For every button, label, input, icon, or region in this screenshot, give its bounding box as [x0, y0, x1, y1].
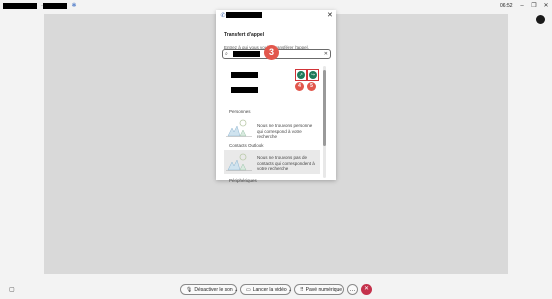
- people-empty-state: Nous ne trouvons personne qui correspond…: [224, 116, 320, 140]
- chevron-down-icon: ⌄: [286, 287, 293, 293]
- callout-badge-3: 3: [264, 45, 279, 60]
- empty-contacts-illustration-icon: [226, 153, 252, 171]
- results-scrollbar[interactable]: [323, 66, 326, 178]
- dialog-title: Transfert d'appel: [224, 32, 265, 38]
- call-controls-bar: 🎙 Désactiver le son ⌄ ▭ Lancer la vidéo ⌄ …: [0, 284, 552, 296]
- redacted-caller-name: [43, 3, 67, 9]
- section-label-outlook: Contacts Outlook: [229, 143, 264, 148]
- callout-badge-4: 4: [295, 82, 304, 91]
- redacted-search-value: [233, 51, 260, 57]
- microphone-icon: 🎙: [186, 287, 193, 293]
- start-video-button[interactable]: ▭ Lancer la vidéo ⌄: [240, 284, 293, 295]
- consult-then-transfer-button[interactable]: ↪: [309, 71, 317, 79]
- hang-up-button[interactable]: ✕: [361, 284, 372, 295]
- call-timer: 06:52: [500, 3, 513, 9]
- outlook-empty-state: Nous ne trouvons pas de contacts qui cor…: [224, 150, 320, 174]
- start-video-label: Lancer la vidéo: [252, 287, 287, 293]
- scrollbar-thumb[interactable]: [323, 70, 326, 146]
- redacted-app-name: [3, 3, 37, 9]
- empty-people-illustration-icon: [226, 119, 252, 137]
- people-empty-text: Nous ne trouvons personne qui correspond…: [257, 123, 313, 139]
- dialog-close-icon[interactable]: ✕: [327, 11, 333, 19]
- dialpad-icon: ⠿: [300, 287, 304, 293]
- search-icon: ⌕: [225, 51, 228, 57]
- chevron-down-icon: ⌄: [232, 287, 239, 293]
- mute-label: Désactiver le son: [194, 287, 233, 293]
- mute-button[interactable]: 🎙 Désactiver le son ⌄: [180, 284, 239, 295]
- section-label-devices: Périphériques: [229, 178, 257, 183]
- more-options-button[interactable]: …: [347, 284, 358, 295]
- section-label-people: Personnes: [229, 109, 251, 114]
- restore-icon[interactable]: ❐: [530, 2, 538, 10]
- dialpad-label: Pavé numérique: [305, 287, 343, 293]
- results-list: ↗ ↪ 4 5 Personnes Nous ne trouvons perso…: [224, 66, 322, 183]
- avatar[interactable]: [536, 15, 545, 24]
- close-window-icon[interactable]: ✕: [542, 2, 550, 10]
- outlook-empty-text: Nous ne trouvons pas de contacts qui cor…: [257, 155, 315, 171]
- redacted-result-name: [231, 72, 258, 78]
- clear-search-icon[interactable]: ✕: [324, 50, 328, 58]
- redacted-dialog-header: [226, 12, 262, 18]
- transfer-dialog: ✆ ✕ Transfert d'appel Entrez à qui vous …: [216, 10, 336, 183]
- callout-badge-5: 5: [307, 82, 316, 91]
- redacted-result-number: [231, 87, 258, 93]
- minimize-icon[interactable]: –: [518, 2, 526, 10]
- camera-icon: ▭: [246, 287, 251, 293]
- transfer-now-button[interactable]: ↗: [297, 71, 305, 79]
- dialpad-button[interactable]: ⠿ Pavé numérique: [294, 284, 344, 295]
- pin-icon: ✱: [71, 3, 77, 9]
